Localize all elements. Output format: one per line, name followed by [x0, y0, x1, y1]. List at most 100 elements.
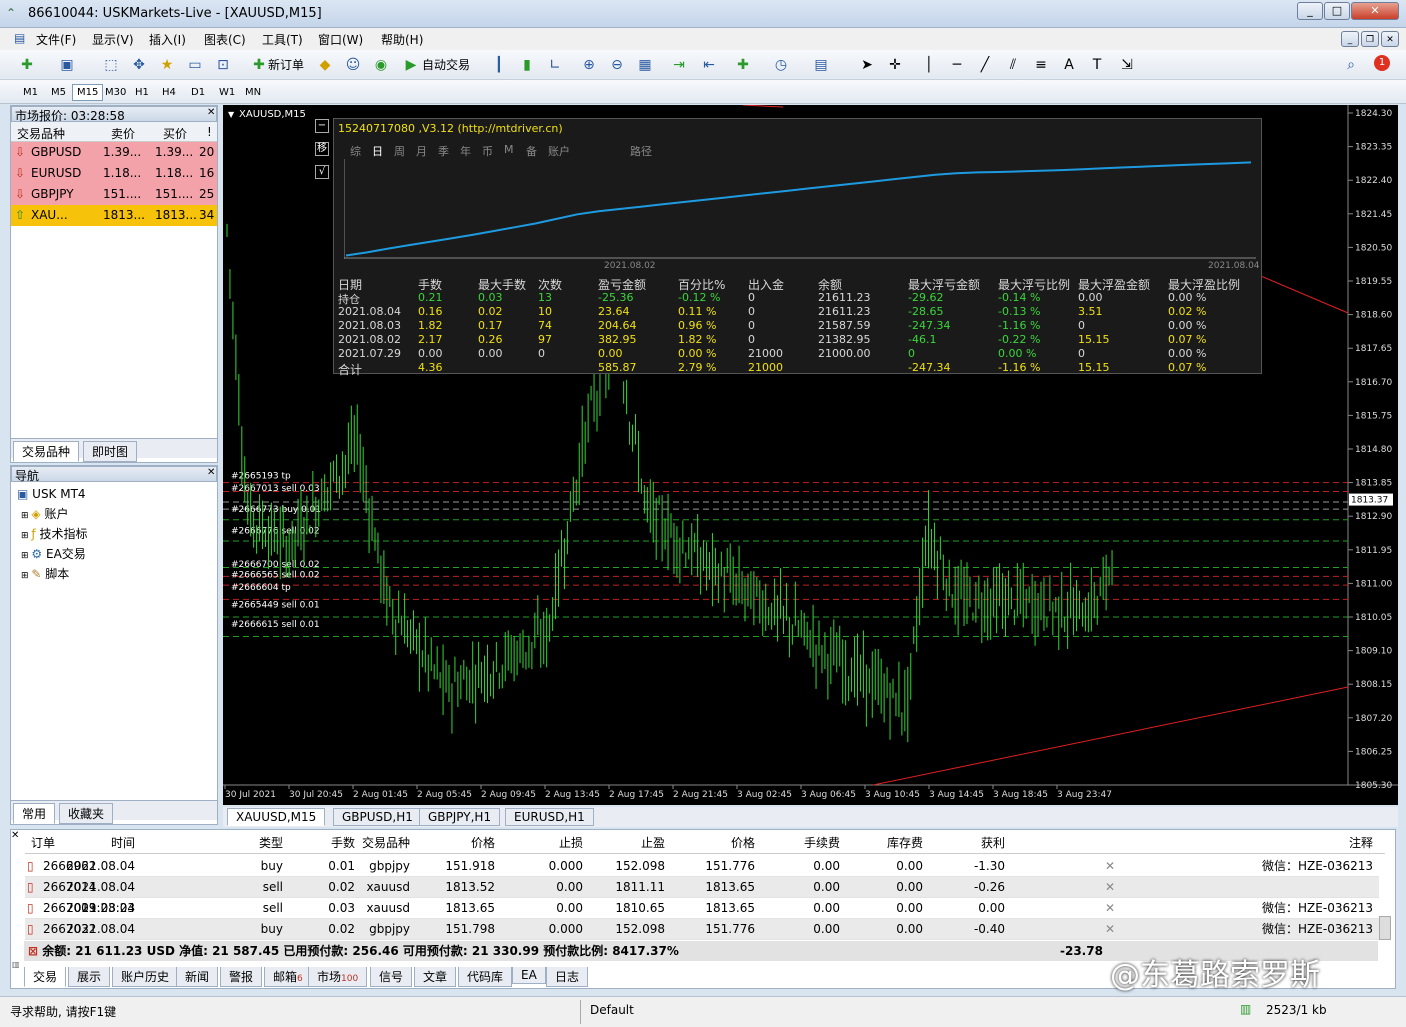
- market-row[interactable]: ⇧ XAU... 1813... 1813... 34: [11, 205, 217, 226]
- close-button[interactable]: ✕: [1351, 2, 1399, 20]
- terminal-tab-5[interactable]: 邮箱6: [264, 967, 312, 987]
- horizontal-line-icon[interactable]: ─: [946, 54, 968, 76]
- nav-item-scripts[interactable]: ⊞ ✎ 脚本: [21, 564, 69, 584]
- terminal-tab-10[interactable]: EA: [512, 967, 546, 984]
- order-row[interactable]: ▯26669622021.08.04 03:11:05buy0.01gbpjpy…: [25, 856, 1379, 894]
- close-order-icon[interactable]: ✕: [1105, 877, 1115, 898]
- tf-w1[interactable]: W1: [214, 84, 240, 101]
- period-4[interactable]: 季: [438, 143, 449, 159]
- metaeditor-icon[interactable]: ◆: [314, 54, 336, 76]
- bar-chart-icon[interactable]: ┃: [488, 54, 510, 76]
- nav-root[interactable]: ▣ USK MT4: [17, 484, 86, 504]
- cursor-icon[interactable]: ➤: [856, 54, 878, 76]
- trendline[interactable]: [872, 686, 1349, 786]
- period-6[interactable]: 币: [482, 143, 493, 159]
- terminal-col-6[interactable]: 止损: [503, 832, 583, 854]
- nav-item-experts[interactable]: ⊞ ⚙ EA交易: [21, 544, 86, 564]
- chart-shift-icon[interactable]: ⇤: [698, 54, 720, 76]
- terminal-tab-7[interactable]: 信号: [370, 967, 413, 987]
- periods-icon[interactable]: ◷: [770, 54, 792, 76]
- mdi-restore-button[interactable]: ❐: [1361, 31, 1379, 47]
- profiles-icon[interactable]: ▣: [56, 54, 78, 76]
- tab-favorites[interactable]: 收藏夹: [59, 803, 114, 824]
- terminal-icon[interactable]: ▭: [184, 54, 206, 76]
- col-symbol[interactable]: 交易品种: [17, 125, 65, 142]
- terminal-scrollbar[interactable]: [1379, 916, 1391, 940]
- terminal-col-1[interactable]: 时间: [55, 832, 135, 854]
- terminal-col-8[interactable]: 价格: [675, 832, 755, 854]
- tester-icon[interactable]: ⊡: [212, 54, 234, 76]
- close-order-icon[interactable]: ✕: [1105, 919, 1115, 940]
- tf-m30[interactable]: M30: [100, 84, 131, 101]
- tf-d1[interactable]: D1: [186, 84, 210, 101]
- tf-m5[interactable]: M5: [46, 84, 71, 101]
- maximize-button[interactable]: □: [1324, 2, 1350, 20]
- overlay-minimize-button[interactable]: −: [315, 119, 329, 133]
- terminal-tab-3[interactable]: 新闻: [176, 967, 219, 987]
- trendline[interactable]: [742, 104, 784, 108]
- new-order-icon[interactable]: ✚: [248, 54, 270, 76]
- terminal-tab-11[interactable]: 日志: [546, 967, 589, 987]
- fibonacci-icon[interactable]: ≡: [1030, 54, 1052, 76]
- period-3[interactable]: 月: [416, 143, 427, 159]
- close-order-icon[interactable]: ✕: [1105, 856, 1115, 877]
- expand-icon[interactable]: ⊞: [21, 571, 31, 581]
- overlay-check-button[interactable]: √: [315, 165, 329, 179]
- period-10[interactable]: 路径: [630, 143, 652, 159]
- terminal-tab-6[interactable]: 市场100: [308, 967, 368, 987]
- expand-icon[interactable]: ⊞: [21, 511, 31, 521]
- col-bid[interactable]: 卖价: [111, 125, 135, 142]
- text-icon[interactable]: A: [1058, 54, 1080, 76]
- tile-icon[interactable]: ▦: [634, 54, 656, 76]
- equidistant-channel-icon[interactable]: ⫽: [1002, 54, 1024, 76]
- tab-symbols[interactable]: 交易品种: [13, 441, 80, 462]
- indicators-icon[interactable]: ✚: [732, 54, 754, 76]
- terminal-col-2[interactable]: 类型: [203, 832, 283, 854]
- menu-help[interactable]: 帮助(H): [381, 31, 423, 48]
- terminal-col-9[interactable]: 手续费: [760, 832, 840, 854]
- tf-h1[interactable]: H1: [130, 84, 154, 101]
- terminal-col-12[interactable]: 注释: [1343, 832, 1373, 854]
- community-icon[interactable]: ☺: [342, 54, 364, 76]
- navigator-close-icon[interactable]: ✕: [207, 467, 215, 478]
- market-row[interactable]: ⇩ GBPJPY 151.... 151.... 25: [11, 184, 217, 205]
- menu-view[interactable]: 显示(V): [92, 31, 134, 48]
- tf-m1[interactable]: M1: [18, 84, 43, 101]
- menu-insert[interactable]: 插入(I): [149, 31, 186, 48]
- tf-mn[interactable]: MN: [240, 84, 266, 101]
- col-ask[interactable]: 买价: [163, 125, 187, 142]
- zoom-out-icon[interactable]: ⊖: [606, 54, 628, 76]
- market-close-icon[interactable]: ✕: [207, 107, 215, 118]
- data-window-icon[interactable]: ✥: [128, 54, 150, 76]
- mdi-minimize-button[interactable]: _: [1341, 31, 1359, 47]
- order-row[interactable]: ▯ 2667014 2021.08.04 03:23:23 sell 0.02 xauus…: [25, 877, 1379, 915]
- terminal-tab-4[interactable]: 警报: [220, 967, 263, 987]
- alert-badge[interactable]: 1: [1374, 55, 1390, 71]
- menu-charts[interactable]: 图表(C): [204, 31, 246, 48]
- expand-icon[interactable]: ⊞: [21, 551, 31, 561]
- signals-icon[interactable]: ◉: [370, 54, 392, 76]
- order-row[interactable]: ▯26670192021.08.04 03:23:46sell0.03xauus…: [25, 898, 1379, 936]
- nav-item-accounts[interactable]: ⊞ ◈ 账户: [21, 504, 68, 524]
- period-2[interactable]: 周: [394, 143, 405, 159]
- close-order-icon[interactable]: ✕: [1105, 898, 1115, 919]
- col-spread[interactable]: !: [207, 125, 212, 139]
- period-7[interactable]: M: [504, 143, 514, 156]
- terminal-col-5[interactable]: 价格: [415, 832, 495, 854]
- expand-icon[interactable]: ⊞: [21, 531, 31, 541]
- search-icon[interactable]: ⌕: [1340, 54, 1362, 76]
- terminal-close-icon[interactable]: ✕: [11, 830, 19, 841]
- period-0[interactable]: 综: [350, 143, 361, 159]
- autoscroll-icon[interactable]: ⇥: [668, 54, 690, 76]
- period-9[interactable]: 账户: [548, 143, 570, 159]
- templates-icon[interactable]: ▤: [810, 54, 832, 76]
- autotrading-button[interactable]: 自动交易: [422, 56, 470, 73]
- minimize-button[interactable]: _: [1297, 2, 1323, 20]
- terminal-col-4[interactable]: 交易品种: [330, 832, 410, 854]
- zoom-in-icon[interactable]: ⊕: [578, 54, 600, 76]
- terminal-tab-2[interactable]: 账户历史: [112, 967, 179, 987]
- line-chart-icon[interactable]: ∟: [544, 54, 566, 76]
- terminal-col-11[interactable]: 获利: [925, 832, 1005, 854]
- tf-h4[interactable]: H4: [157, 84, 181, 101]
- menu-tools[interactable]: 工具(T): [262, 31, 303, 48]
